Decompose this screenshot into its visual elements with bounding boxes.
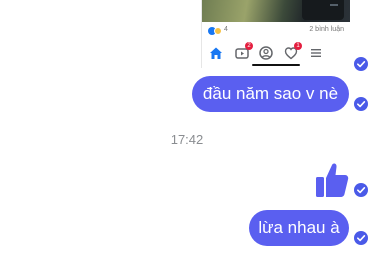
home-icon [208, 45, 224, 61]
seen-check-icon [354, 183, 368, 197]
profile-icon [258, 45, 274, 61]
message-bubble[interactable]: đầu năm sao v nè [192, 76, 349, 112]
watch-badge: 2 [245, 42, 253, 50]
facebook-tab-bar: 2 1 [202, 40, 350, 64]
seen-check-icon [354, 57, 368, 71]
seen-check-icon [354, 231, 368, 245]
reaction-row: 4 2 bình luận [208, 26, 344, 36]
preview-photo [202, 0, 350, 22]
phone-in-photo [302, 0, 344, 20]
comment-count: 2 bình luận [309, 26, 344, 33]
notifications-icon: 1 [283, 42, 302, 61]
reaction-count: 4 [224, 26, 228, 33]
shared-image-preview[interactable]: 4 2 bình luận 2 1 [201, 0, 350, 68]
message-timestamp: 17:42 [170, 132, 204, 147]
haha-reaction-icon [214, 27, 222, 35]
home-indicator [252, 64, 300, 66]
message-bubble[interactable]: lừa nhau à [249, 210, 349, 246]
watch-icon: 2 [234, 42, 253, 61]
notifications-badge: 1 [294, 42, 302, 50]
menu-icon [308, 45, 324, 61]
thumbs-up-icon[interactable] [314, 160, 350, 200]
seen-check-icon [354, 97, 368, 111]
